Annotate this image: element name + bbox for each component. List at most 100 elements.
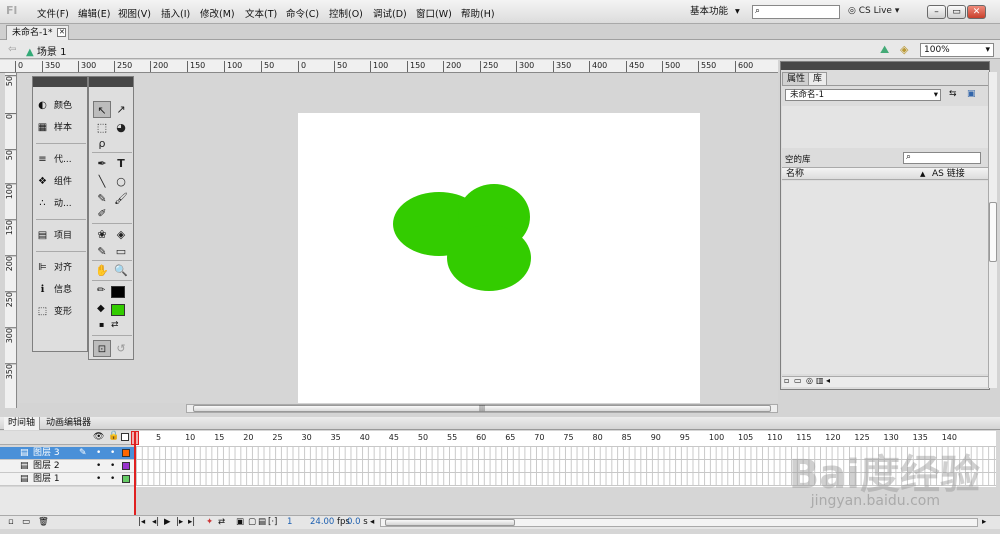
outline-icon[interactable]: [121, 433, 129, 441]
layer-outline-color[interactable]: [122, 462, 130, 470]
smooth-icon[interactable]: ↺: [112, 340, 130, 357]
new-library-panel-icon[interactable]: ▣: [967, 89, 976, 99]
visible-dot[interactable]: •: [96, 460, 101, 472]
stage-horizontal-scrollbar[interactable]: |||: [186, 404, 778, 413]
new-folder-icon[interactable]: ▭: [22, 516, 30, 529]
subselection-tool-icon[interactable]: ↗: [112, 101, 130, 118]
paint-bucket-tool-icon[interactable]: ◈: [112, 226, 130, 243]
lock-icon[interactable]: 🔒: [108, 431, 119, 441]
menu-file[interactable]: 文件(F): [37, 6, 69, 20]
menu-edit[interactable]: 编辑(E): [78, 6, 110, 20]
scroll-thumb[interactable]: [989, 202, 997, 262]
frame-rate[interactable]: 24.00: [310, 517, 334, 527]
properties-icon[interactable]: ◎: [806, 376, 813, 385]
loop-icon[interactable]: ⇄: [218, 516, 225, 529]
document-tab[interactable]: 未命名-1* ✕: [6, 25, 70, 40]
workspace-switcher[interactable]: 基本功能 ▾: [684, 3, 744, 21]
zoom-tool-icon[interactable]: 🔍: [112, 262, 130, 279]
tab-timeline[interactable]: 时间轴: [4, 417, 41, 430]
right-panel-scrollbar[interactable]: [988, 72, 997, 388]
panel-motion[interactable]: ∴ 动...: [37, 196, 87, 212]
fill-color-swatch[interactable]: [111, 304, 125, 316]
sort-icon[interactable]: ▲: [920, 168, 925, 180]
scroll-right-icon[interactable]: ▸: [982, 516, 986, 529]
close-button[interactable]: ✕: [967, 5, 986, 19]
panel-code[interactable]: ≡ 代...: [37, 152, 87, 168]
layer-outline-color[interactable]: [122, 449, 130, 457]
layer-row[interactable]: ▤ 图层 2 • •: [0, 460, 135, 473]
tab-motion-editor[interactable]: 动画编辑器: [42, 417, 95, 430]
onion-outline-icon[interactable]: ▢: [248, 516, 256, 529]
panel-color[interactable]: ◐ 颜色: [37, 98, 87, 114]
scroll-thumb[interactable]: |||: [193, 405, 771, 412]
scroll-left-icon[interactable]: ◂: [370, 516, 374, 529]
line-tool-icon[interactable]: ╲: [93, 173, 111, 190]
layer-row[interactable]: ▤ 图层 3 ✎ • •: [0, 447, 135, 460]
3d-rotation-tool-icon[interactable]: ◕: [112, 119, 130, 136]
panel-components[interactable]: ❖ 组件: [37, 174, 87, 190]
center-frame-icon[interactable]: ✦: [206, 516, 213, 529]
onion-skin-icon[interactable]: ▣: [236, 516, 244, 529]
oval-tool-icon[interactable]: ○: [112, 173, 130, 190]
play-icon[interactable]: ▶: [164, 516, 171, 529]
new-symbol-icon[interactable]: ▫: [784, 376, 789, 385]
current-frame[interactable]: 1: [287, 516, 292, 529]
green-oval-bottom[interactable]: [447, 225, 531, 291]
lasso-tool-icon[interactable]: ρ: [93, 135, 111, 152]
panel-header[interactable]: [781, 62, 989, 70]
scroll-thumb[interactable]: [385, 519, 515, 526]
menu-text[interactable]: 文本(T): [245, 6, 277, 20]
layer-row[interactable]: ▤ 图层 1 • •: [0, 473, 135, 486]
free-transform-tool-icon[interactable]: ⬚: [93, 119, 111, 136]
modify-markers-icon[interactable]: [·]: [268, 516, 277, 529]
minimize-button[interactable]: –: [927, 5, 946, 19]
visible-dot[interactable]: •: [96, 447, 101, 459]
selection-tool-icon[interactable]: ↖: [93, 101, 111, 118]
brush-tool-icon[interactable]: 🖌: [112, 190, 130, 207]
library-search-input[interactable]: ⌕: [903, 152, 981, 164]
lock-dot[interactable]: •: [110, 460, 115, 472]
lock-dot[interactable]: •: [110, 447, 115, 459]
menu-window[interactable]: 窗口(W): [416, 6, 452, 20]
panel-header[interactable]: [33, 77, 87, 87]
bone-tool-icon[interactable]: ❀: [93, 226, 111, 243]
menu-debug[interactable]: 调试(D): [373, 6, 407, 20]
prev-frame-icon[interactable]: ◂|: [152, 516, 159, 529]
playhead[interactable]: [134, 431, 136, 517]
layer-outline-color[interactable]: [122, 475, 130, 483]
tab-library[interactable]: 库: [808, 72, 828, 85]
edit-symbol-icon[interactable]: ◈: [900, 43, 908, 56]
stroke-color-swatch[interactable]: [111, 286, 125, 298]
panel-swatches[interactable]: ▦ 样本: [37, 120, 87, 136]
library-item-list[interactable]: [782, 181, 988, 374]
new-layer-icon[interactable]: ▫: [8, 516, 14, 529]
pen-tool-icon[interactable]: ✒: [93, 155, 111, 172]
eye-icon[interactable]: 👁: [93, 432, 104, 442]
stage[interactable]: [298, 113, 700, 403]
tab-properties[interactable]: 属性: [782, 72, 811, 85]
visible-dot[interactable]: •: [96, 473, 101, 485]
default-colors-icon[interactable]: ▪: [99, 320, 104, 329]
snap-to-objects-icon[interactable]: ⊡: [93, 340, 111, 357]
menu-control[interactable]: 控制(O): [329, 6, 363, 20]
edit-scene-icon[interactable]: ⛰: [880, 43, 889, 57]
menu-help[interactable]: 帮助(H): [461, 6, 495, 20]
column-name[interactable]: 名称: [786, 168, 804, 180]
pin-library-icon[interactable]: ⇆: [949, 89, 957, 99]
elapsed-time[interactable]: 0.0: [347, 517, 361, 527]
deco-tool-icon[interactable]: ✐: [93, 205, 111, 222]
hand-tool-icon[interactable]: ✋: [93, 262, 111, 279]
scene-breadcrumb[interactable]: ▲ 场景 1: [26, 43, 66, 58]
delete-layer-icon[interactable]: 🗑: [38, 516, 49, 529]
menu-insert[interactable]: 插入(I): [161, 6, 190, 20]
menu-view[interactable]: 视图(V): [118, 6, 151, 20]
back-arrow-icon[interactable]: ⇦: [8, 44, 16, 55]
new-folder-icon[interactable]: ▭: [794, 376, 802, 385]
close-icon[interactable]: ✕: [57, 28, 67, 37]
zoom-select[interactable]: 100% ▾: [920, 43, 994, 57]
panel-align[interactable]: ⊫ 对齐: [37, 260, 87, 276]
swap-colors-icon[interactable]: ⇄: [111, 320, 119, 330]
panel-project[interactable]: ▤ 项目: [37, 228, 87, 244]
scroll-left-icon[interactable]: ◂: [826, 376, 830, 385]
first-frame-icon[interactable]: |◂: [138, 516, 145, 529]
